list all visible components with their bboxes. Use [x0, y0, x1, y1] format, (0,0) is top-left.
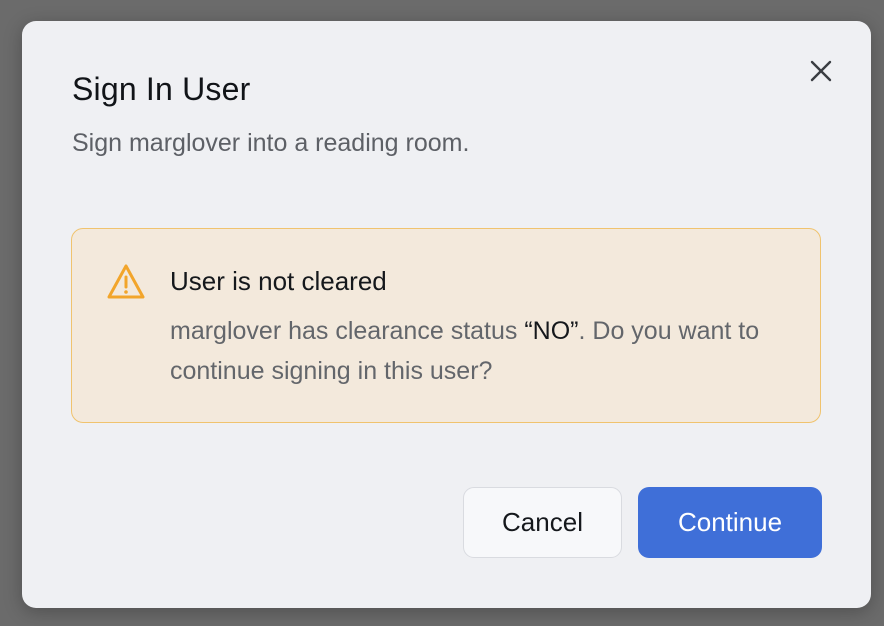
alert-title: User is not cleared [170, 266, 387, 296]
clearance-warning-alert: User is not cleared marglover has cleara… [71, 228, 821, 423]
dialog-title: Sign In User [72, 71, 251, 107]
sign-in-user-dialog: Sign In User Sign marglover into a readi… [22, 21, 871, 608]
warning-triangle-icon [107, 264, 145, 299]
cancel-button[interactable]: Cancel [463, 487, 622, 558]
close-icon [810, 60, 832, 82]
alert-message: marglover has clearance status “NO”. Do … [170, 311, 790, 391]
dialog-subtitle: Sign marglover into a reading room. [72, 129, 470, 157]
alert-message-prefix: marglover has clearance status [170, 317, 525, 345]
continue-button[interactable]: Continue [638, 487, 822, 558]
close-button[interactable] [805, 55, 837, 87]
clearance-status-value: “NO” [524, 317, 579, 345]
